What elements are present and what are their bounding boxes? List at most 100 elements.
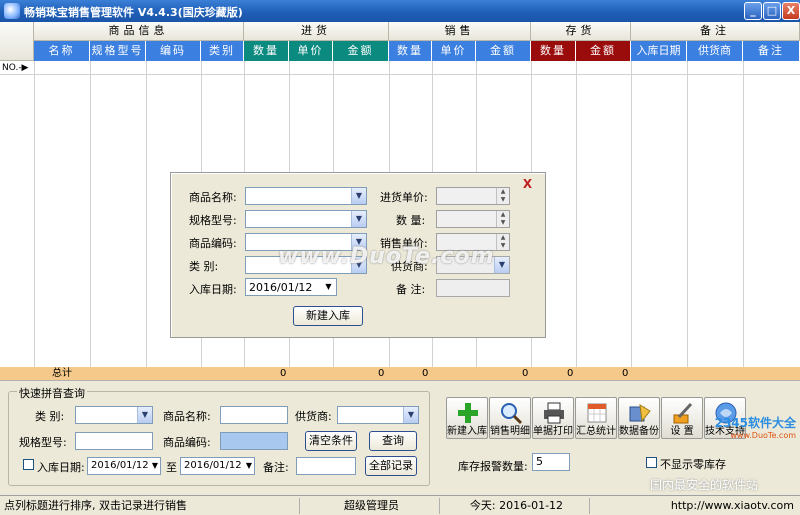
backup-caption: 数据备份 (619, 426, 659, 437)
group-header-stock[interactable]: 存货 (531, 22, 631, 41)
up-icon[interactable]: ▲ (497, 188, 509, 196)
query-note-input[interactable] (296, 457, 356, 475)
status-hint: 点列标题进行排序, 双击记录进行销售 (0, 498, 300, 514)
status-user: 超级管理员 (300, 498, 440, 514)
print-tool-button[interactable]: 单据打印 (532, 397, 574, 439)
chevron-down-icon[interactable]: ▼ (321, 279, 336, 295)
title-bar: 畅销珠宝销售管理软件 V4.4.3(国庆珍藏版) _ □ X (0, 0, 800, 22)
status-today: 今天: 2016-01-12 (440, 498, 590, 514)
note-label: 备 注: (396, 283, 426, 296)
settings-caption: 设 置 (670, 426, 694, 437)
query-supplier-select[interactable]: ▼ (337, 406, 419, 424)
clear-conditions-button[interactable]: 清空条件 (305, 431, 357, 451)
quick-query-group: 快速拼音查询 类 别: ▼ 商品名称: 供货商: ▼ 规格型号: 商品编码: 清… (8, 385, 430, 486)
query-note-label: 备注: (263, 461, 289, 474)
query-code-input[interactable] (220, 432, 288, 450)
date-label: 入库日期: (189, 283, 237, 296)
status-bar: 点列标题进行排序, 双击记录进行销售 超级管理员 今天: 2016-01-12 … (0, 495, 800, 515)
col-note[interactable]: 备注 (743, 41, 800, 61)
new-in-tool-button[interactable]: 新建入库 (446, 397, 488, 439)
date-value: 2016/01/12 (249, 281, 313, 294)
close-button[interactable]: X (782, 2, 800, 20)
col-supplier[interactable]: 供货商 (687, 41, 743, 61)
col-in-date[interactable]: 入库日期 (631, 41, 687, 61)
name-label: 商品名称: (189, 191, 237, 204)
qty-label: 数 量: (396, 214, 426, 227)
summary-tool-button[interactable]: 汇总统计 (575, 397, 617, 439)
stock-alert-input[interactable]: 5 (532, 453, 570, 471)
group-header-purchase[interactable]: 进货 (244, 22, 389, 41)
stock-alert-label: 库存报警数量: (458, 460, 528, 473)
group-header-notes[interactable]: 备注 (631, 22, 800, 41)
chevron-down-icon[interactable]: ▼ (351, 211, 366, 227)
spec-select[interactable]: ▼ (245, 210, 367, 228)
col-purchase-price[interactable]: 单价 (289, 41, 333, 61)
date-to-picker[interactable]: 2016/01/12 ▼ (180, 457, 255, 475)
date-filter-checkbox[interactable] (23, 459, 34, 470)
chevron-down-icon[interactable]: ▼ (403, 407, 418, 423)
col-purchase-qty[interactable]: 数量 (244, 41, 289, 61)
chevron-down-icon[interactable]: ▼ (494, 257, 509, 273)
group-header-product[interactable]: 商品信息 (34, 22, 244, 41)
hide-zero-checkbox[interactable] (646, 457, 657, 468)
date-from-picker[interactable]: 2016/01/12 ▼ (87, 457, 161, 475)
up-icon[interactable]: ▲ (497, 211, 509, 219)
query-name-input[interactable] (220, 406, 288, 424)
hide-zero-label: 不显示零库存 (660, 458, 726, 471)
query-supplier-label: 供货商: (295, 410, 332, 423)
purchase-price-label: 进货单价: (380, 191, 428, 204)
query-category-select[interactable]: ▼ (75, 406, 153, 424)
logo-sub: www.DuoTe.com (730, 431, 796, 440)
date-to-value: 2016/01/12 (184, 460, 242, 471)
query-spec-label: 规格型号: (19, 436, 67, 449)
chevron-down-icon[interactable]: ▼ (244, 458, 254, 474)
chevron-down-icon[interactable]: ▼ (351, 188, 366, 204)
search-button[interactable]: 查询 (369, 431, 417, 451)
col-sale-qty[interactable]: 数量 (389, 41, 432, 61)
settings-tool-button[interactable]: 设 置 (661, 397, 703, 439)
col-sale-price[interactable]: 单价 (432, 41, 476, 61)
total-purchase-qty: 0 (280, 368, 287, 379)
col-sale-amount[interactable]: 金额 (476, 41, 531, 61)
col-spec[interactable]: 规格型号 (90, 41, 146, 61)
col-code[interactable]: 编码 (146, 41, 201, 61)
row-indicator: NO.-▶ (0, 62, 34, 75)
new-in-caption: 新建入库 (447, 426, 487, 437)
query-spec-input[interactable] (75, 432, 153, 450)
up-icon[interactable]: ▲ (497, 234, 509, 242)
chevron-down-icon[interactable]: ▼ (150, 458, 160, 474)
safe-banner: 国内最安全的软件站 (650, 478, 759, 492)
quantity-stepper[interactable]: ▲ ▼ (436, 210, 510, 228)
purchase-price-stepper[interactable]: ▲ ▼ (436, 187, 510, 205)
all-records-button[interactable]: 全部记录 (365, 456, 417, 476)
col-purchase-amount[interactable]: 金额 (333, 41, 389, 61)
spec-label: 规格型号: (189, 214, 237, 227)
total-label: 总计 (52, 368, 72, 379)
group-header-sales[interactable]: 销售 (389, 22, 531, 41)
code-label: 商品编码: (189, 237, 237, 250)
minimize-button[interactable]: _ (744, 2, 762, 20)
summary-caption: 汇总统计 (576, 426, 616, 437)
product-name-select[interactable]: ▼ (245, 187, 367, 205)
dialog-close-icon[interactable]: X (522, 178, 533, 190)
col-stock-qty[interactable]: 数量 (531, 41, 576, 61)
col-stock-amount[interactable]: 金额 (576, 41, 631, 61)
note-field[interactable] (436, 279, 510, 297)
sale-detail-tool-button[interactable]: 销售明细 (489, 397, 531, 439)
down-icon[interactable]: ▼ (497, 242, 509, 250)
down-icon[interactable]: ▼ (497, 196, 509, 204)
quick-query-legend: 快速拼音查询 (17, 385, 87, 401)
backup-tool-button[interactable]: 数据备份 (618, 397, 660, 439)
down-icon[interactable]: ▼ (497, 219, 509, 227)
col-name[interactable]: 名称 (34, 41, 90, 61)
col-category[interactable]: 类别 (201, 41, 244, 61)
table-row[interactable] (34, 62, 800, 75)
date-picker[interactable]: 2016/01/12 ▼ (245, 278, 337, 296)
corner-header (0, 22, 34, 61)
sale-detail-caption: 销售明细 (490, 426, 530, 437)
new-entry-button[interactable]: 新建入库 (293, 306, 363, 326)
total-stock-amount: 0 (622, 368, 629, 379)
maximize-button[interactable]: □ (763, 2, 781, 20)
query-date-label: 入库日期: (37, 461, 85, 474)
chevron-down-icon[interactable]: ▼ (137, 407, 152, 423)
